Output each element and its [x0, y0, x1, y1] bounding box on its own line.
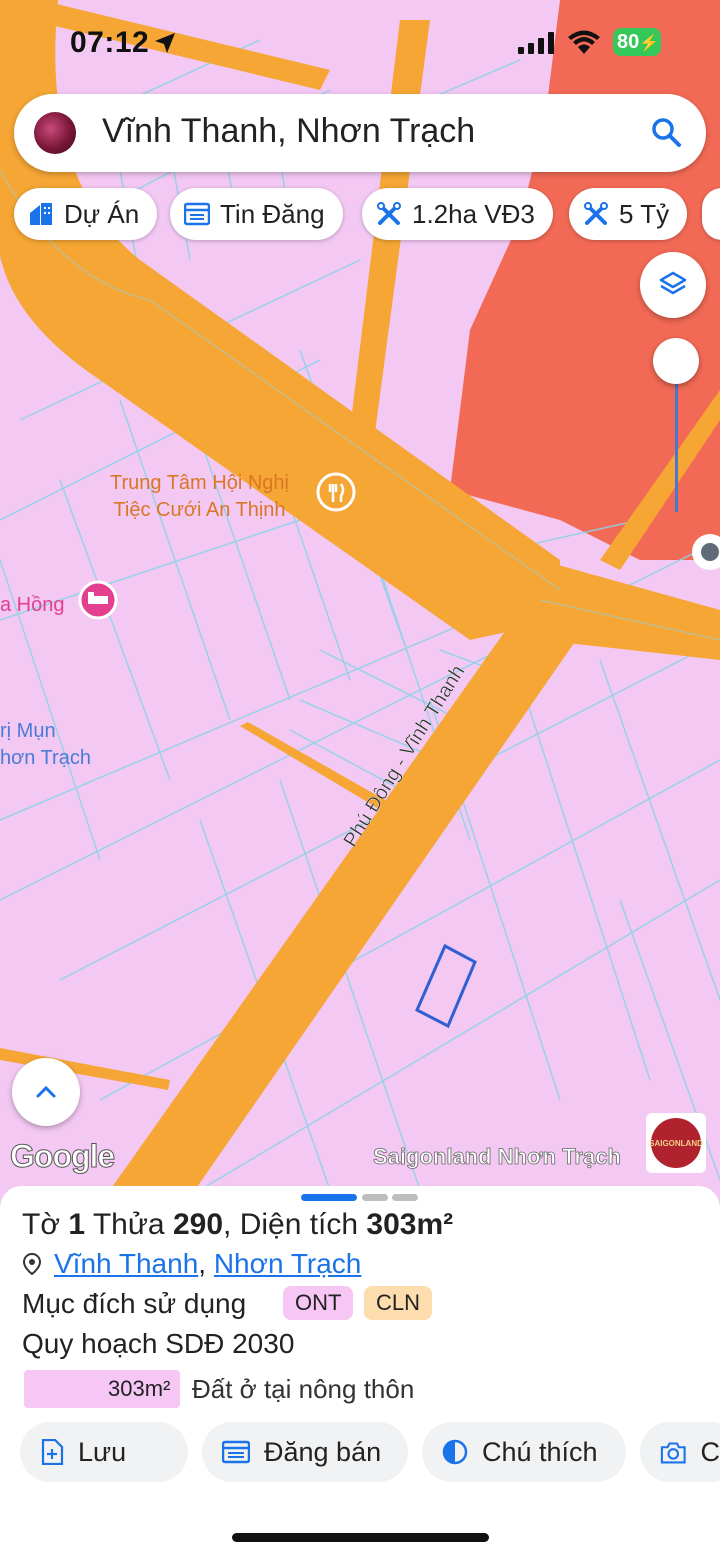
layers-button[interactable] [640, 252, 706, 318]
chip-price-filter-label: 5 Tỷ [619, 198, 670, 229]
parcel-title: Tờ 1 Thửa 290, Diện tích 303m² [22, 1208, 454, 1241]
google-logo: Google [9, 1138, 115, 1175]
chip-tin-dang[interactable]: Tin Đăng [170, 188, 343, 240]
home-indicator[interactable] [232, 1533, 489, 1542]
save-button[interactable]: Lưu [20, 1422, 188, 1482]
calendar-list-icon [184, 202, 210, 226]
post-sale-icon [222, 1440, 250, 1464]
opacity-slider-track[interactable] [675, 380, 678, 512]
chip-du-an-label: Dự Án [64, 198, 140, 229]
camera-icon [660, 1442, 686, 1464]
post-sale-button-label: Đăng bán [264, 1436, 382, 1467]
legend-area: 303m² [108, 1376, 171, 1401]
poi-event-line1: Trung Tâm Hội Nghị [110, 472, 289, 494]
plan-label: Quy hoạch SDĐ 2030 [22, 1328, 295, 1359]
camera-button[interactable]: C [640, 1422, 720, 1482]
pager-dot-active [301, 1194, 357, 1201]
poi-hotel-label[interactable]: a Hồng [0, 592, 65, 619]
tools-icon [377, 202, 401, 225]
chevron-up-icon [36, 1085, 56, 1098]
search-input[interactable]: Vĩnh Thanh, Nhơn Trạch [102, 112, 475, 151]
tools-icon [584, 202, 608, 225]
camera-button-label: C [700, 1436, 720, 1467]
chip-area-filter-label: 1.2ha VĐ3 [412, 198, 535, 229]
poi-clinic-line2: hơn Trạch [0, 747, 91, 769]
location-arrow-icon [155, 33, 175, 53]
chip-du-an[interactable]: Dự Án [14, 188, 158, 240]
saigonland-logo[interactable]: SAIGONLAND [646, 1113, 706, 1173]
search-bar[interactable]: Vĩnh Thanh, Nhơn Trạch [14, 94, 706, 172]
hotel-pin-icon [78, 580, 118, 620]
parcel-info-sheet[interactable]: Tờ 1 Thửa 290, Diện tích 303m² Vĩnh Than… [0, 1186, 720, 1557]
save-button-label: Lưu [78, 1436, 127, 1467]
poi-event-center-label[interactable]: Trung Tâm Hội Nghị Tiệc Cưới An Thịnh [110, 470, 289, 524]
poi-clinic-line1: rị Mụn [0, 720, 56, 742]
save-add-icon [41, 1439, 64, 1465]
battery-indicator: 80⚡ [613, 28, 661, 56]
usage-tag-ont[interactable]: ONT [283, 1286, 354, 1320]
address-commune-link[interactable]: Vĩnh Thanh [54, 1248, 198, 1280]
address-separator: , [198, 1248, 207, 1279]
poi-event-line2: Tiệc Cưới An Thịnh [113, 499, 286, 521]
search-icon[interactable] [650, 116, 682, 148]
poi-clinic-label[interactable]: rị Mụn hơn Trạch [0, 718, 91, 772]
chip-more[interactable] [702, 188, 720, 240]
clock: 07:12 [70, 26, 150, 59]
legend-half-circle-icon [442, 1439, 468, 1465]
map-canvas[interactable] [0, 0, 720, 1190]
address-district-link[interactable]: Nhơn Trạch [214, 1248, 362, 1280]
opacity-slider-handle[interactable] [653, 338, 699, 384]
post-sale-button[interactable]: Đăng bán [202, 1422, 408, 1482]
wifi-icon [568, 30, 600, 54]
pager-dot [392, 1194, 418, 1201]
building-icon [30, 203, 52, 225]
poi-hotel-text: a Hồng [0, 594, 65, 616]
avatar[interactable] [34, 112, 76, 154]
location-pin-icon [22, 1252, 42, 1276]
restaurant-pin-icon [316, 472, 356, 512]
legend-description: Đất ở tại nông thôn [192, 1374, 415, 1404]
legend-button-label: Chú thích [482, 1436, 598, 1467]
usage-tag-cln[interactable]: CLN [364, 1286, 433, 1320]
parcel-address: Vĩnh Thanh, Nhơn Trạch [22, 1248, 361, 1280]
legend-button[interactable]: Chú thích [422, 1422, 626, 1482]
saigonland-logo-mark: SAIGONLAND [649, 1118, 703, 1168]
chip-tin-dang-label: Tin Đăng [220, 198, 325, 229]
filter-chips: Dự Án Tin Đăng 1.2ha VĐ3 5 Tỷ [0, 188, 720, 242]
pager-dot [362, 1194, 388, 1201]
usage-label: Mục đích sử dụng [22, 1288, 247, 1319]
expand-up-button[interactable] [12, 1058, 80, 1126]
cellular-signal-icon [518, 32, 554, 54]
chip-area-filter[interactable]: 1.2ha VĐ3 [362, 188, 553, 240]
status-bar: 07:12 80⚡ [0, 0, 720, 86]
layers-icon [659, 271, 687, 295]
chip-price-filter[interactable]: 5 Tỷ [569, 188, 688, 240]
map-watermark: Saigonland Nhơn Trạch [373, 1144, 622, 1170]
